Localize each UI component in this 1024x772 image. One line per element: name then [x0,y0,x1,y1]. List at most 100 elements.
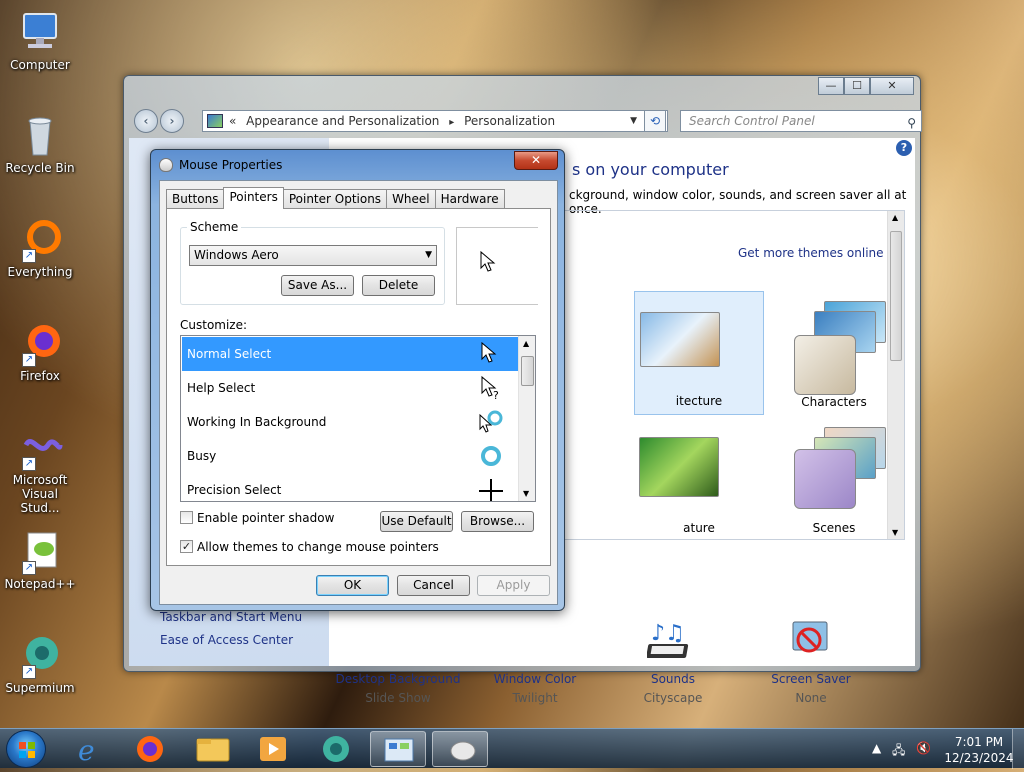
scheme-dropdown[interactable]: Windows Aero ▼ [189,245,437,266]
desktop-background-link[interactable]: Desktop Background [328,672,468,686]
desktop-icon-notepadpp[interactable]: ↗ Notepad++ [2,527,78,591]
desktop-icon-everything[interactable]: ↗ Everything [2,215,78,279]
address-dropdown-icon[interactable]: ▼ [630,111,637,131]
apply-button[interactable]: Apply [477,575,550,596]
volume-muted-icon[interactable]: 🔇 [916,741,931,755]
theme-thumbnail [640,302,750,387]
back-button[interactable]: ‹ [134,109,158,133]
pointer-row-label: Normal Select [187,347,272,361]
desktop-background-item[interactable]: Desktop Background Slide Show [328,618,468,705]
clock[interactable]: 7:01 PM 12/23/2024 [944,734,1014,766]
media-player-icon [260,737,286,761]
internet-explorer-icon: e [78,734,95,767]
notepadpp-icon: ↗ [16,527,64,575]
refresh-button[interactable]: ⟲ [644,110,666,132]
dialog-client: Buttons Pointers Pointer Options Wheel H… [159,180,558,605]
dialog-close-button[interactable]: ✕ [514,151,558,170]
cancel-button[interactable]: Cancel [397,575,470,596]
start-button[interactable] [6,730,46,768]
browse-button[interactable]: Browse... [461,511,534,532]
sounds-link[interactable]: Sounds [603,672,743,686]
taskbar-media-player[interactable] [245,731,301,767]
search-placeholder: Search Control Panel [689,114,815,128]
allow-themes-checkbox[interactable]: ✓ Allow themes to change mouse pointers [180,540,439,554]
show-desktop-button[interactable] [1012,729,1024,769]
breadcrumb-separator[interactable]: ▸ [449,117,454,128]
mouse-properties-dialog[interactable]: Mouse Properties ✕ Buttons Pointers Poin… [150,149,565,611]
pointer-row-help-select[interactable]: Help Select ? [182,371,518,405]
pointer-list[interactable]: Normal Select Help Select ? Working In B… [180,335,536,502]
minimize-button[interactable]: — [818,77,844,95]
pointer-row-normal-select[interactable]: Normal Select [182,337,518,371]
pointer-list-scrollbar[interactable]: ▲ ▼ [518,336,535,501]
theme-architecture[interactable]: itecture [634,291,764,415]
show-hidden-icons-icon[interactable]: ▲ [872,741,881,755]
enable-pointer-shadow-checkbox[interactable]: Enable pointer shadow [180,511,334,525]
screen-saver-link[interactable]: Screen Saver [741,672,881,686]
taskbar-internet-explorer[interactable]: e [62,731,118,767]
close-button[interactable]: ✕ [870,77,914,95]
window-color-link[interactable]: Window Color [465,672,605,686]
checkbox-box[interactable] [180,511,193,524]
taskbar-firefox[interactable] [122,731,178,767]
chevron-down-icon: ▼ [425,250,432,260]
tab-pointer-options[interactable]: Pointer Options [282,189,388,209]
desktop-icon-supermium[interactable]: ↗ Supermium [2,631,78,695]
tab-wheel[interactable]: Wheel [386,189,436,209]
network-icon[interactable]: 🖧 [892,741,905,762]
desktop-background-value: Slide Show [365,691,431,705]
tab-buttons[interactable]: Buttons [166,189,225,209]
theme-nature[interactable]: ature [634,417,764,541]
taskbar-supermium[interactable] [308,731,364,767]
crosshair-cursor-icon [479,479,503,501]
breadcrumb-prefix[interactable]: « [229,114,236,128]
breadcrumb-appearance[interactable]: Appearance and Personalization [246,114,439,128]
scroll-up-icon[interactable]: ▲ [892,213,898,222]
svg-text:?: ? [493,389,499,401]
desktop-icon-computer[interactable]: Computer [2,8,78,72]
address-bar[interactable]: « Appearance and Personalization ▸ Perso… [202,110,668,132]
scrollbar-thumb[interactable] [521,356,534,386]
shortcut-arrow-icon: ↗ [22,561,36,575]
taskbar-explorer[interactable] [185,731,241,767]
pointer-row-busy[interactable]: Busy [182,439,518,473]
checkbox-box[interactable]: ✓ [180,540,193,553]
theme-label: Scenes [812,521,856,535]
maximize-button[interactable]: ☐ [844,77,870,95]
tab-pointers[interactable]: Pointers [223,187,284,209]
sounds-item[interactable]: ♪♫ Sounds Cityscape [603,618,743,705]
help-icon[interactable]: ? [896,140,912,156]
desktop-icon-recycle-bin[interactable]: Recycle Bin [2,111,78,175]
search-input[interactable]: Search Control Panel ⚲ [680,110,922,132]
tab-hardware[interactable]: Hardware [434,189,505,209]
pointer-row-precision-select[interactable]: Precision Select [182,473,518,501]
theme-characters[interactable]: Characters [769,291,899,415]
ok-button[interactable]: OK [316,575,389,596]
window-color-item[interactable]: Window Color Twilight [465,618,605,705]
get-more-themes-link[interactable]: Get more themes online [738,246,884,260]
forward-button[interactable]: › [160,109,184,133]
working-cursor-icon [479,410,503,433]
scroll-down-icon[interactable]: ▼ [523,489,529,498]
taskbar-control-panel[interactable] [370,731,426,767]
save-as-button[interactable]: Save As... [281,275,354,296]
use-default-button[interactable]: Use Default [380,511,453,532]
scroll-up-icon[interactable]: ▲ [523,339,529,348]
theme-scenes[interactable]: Scenes [769,417,899,541]
screen-saver-item[interactable]: Screen Saver None [741,618,881,705]
taskbar-mouse-properties[interactable] [432,731,488,767]
link-taskbar-start-menu[interactable]: Taskbar and Start Menu [160,610,302,624]
busy-cursor-icon [481,446,501,466]
link-ease-of-access[interactable]: Ease of Access Center [160,633,293,647]
search-icon[interactable]: ⚲ [907,113,916,133]
svg-text:e: e [78,734,95,767]
theme-label: ature [683,521,715,535]
pointer-row-label: Busy [187,449,217,463]
desktop-icon-visual-studio[interactable]: ↗ Microsoft Visual Stud... [2,423,78,515]
breadcrumb-personalization[interactable]: Personalization [464,114,555,128]
delete-button[interactable]: Delete [362,275,435,296]
theme-label: Characters [801,395,867,409]
pointer-row-working-in-background[interactable]: Working In Background [182,405,518,439]
folder-icon [196,738,230,762]
desktop-icon-firefox[interactable]: ↗ Firefox [2,319,78,383]
